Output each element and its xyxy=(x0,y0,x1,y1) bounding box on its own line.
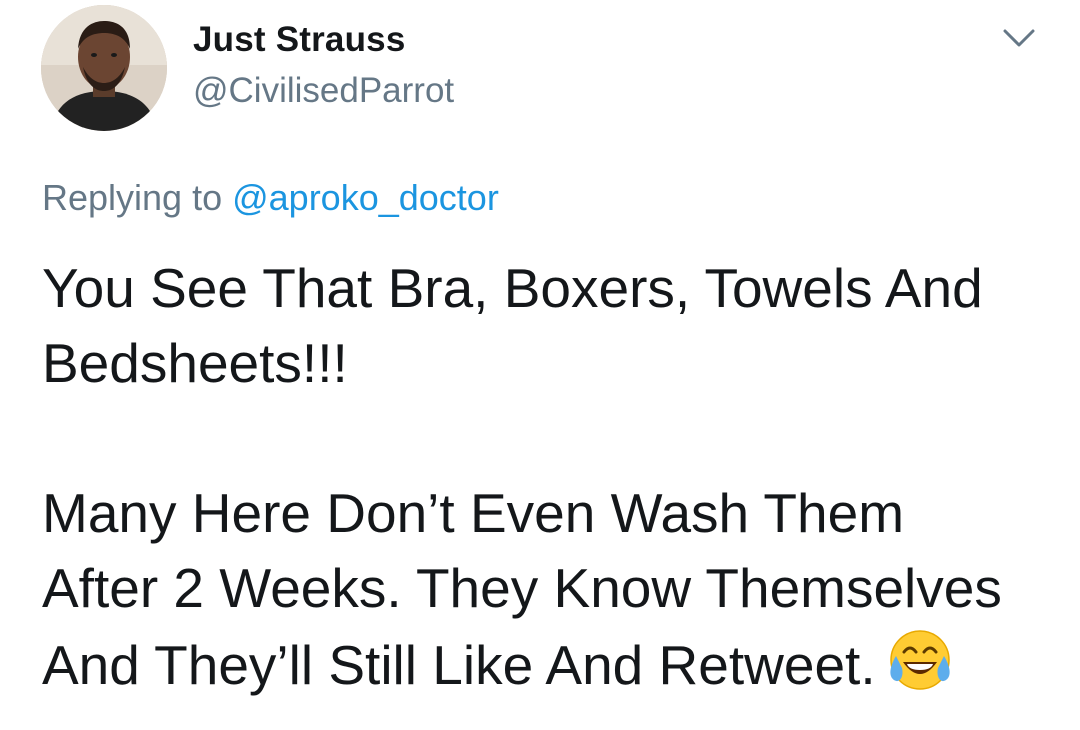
tweet-paragraph-2: Many Here Don’t Even Wash Them After 2 W… xyxy=(42,476,1052,703)
author-display-name[interactable]: Just Strauss xyxy=(193,20,406,60)
reply-mention-link[interactable]: @aproko_doctor xyxy=(232,177,499,218)
tweet-text: You See That Bra, Boxers, Towels And Bed… xyxy=(42,251,1052,703)
tweet-card: Just Strauss @CivilisedParrot Replying t… xyxy=(0,0,1080,730)
avatar[interactable] xyxy=(41,5,167,131)
author-handle[interactable]: @CivilisedParrot xyxy=(193,71,454,111)
tweet-paragraph-1: You See That Bra, Boxers, Towels And Bed… xyxy=(42,257,983,394)
face-with-tears-of-joy-icon xyxy=(886,626,954,694)
tweet-menu-button[interactable] xyxy=(1000,22,1038,52)
replying-to-label: Replying to xyxy=(42,177,233,218)
tweet-paragraph-2-text: Many Here Don’t Even Wash Them After 2 W… xyxy=(42,482,1002,696)
replying-to-line: Replying to @aproko_doctor xyxy=(42,177,499,219)
chevron-down-icon xyxy=(1003,29,1035,47)
profile-photo xyxy=(41,5,167,131)
